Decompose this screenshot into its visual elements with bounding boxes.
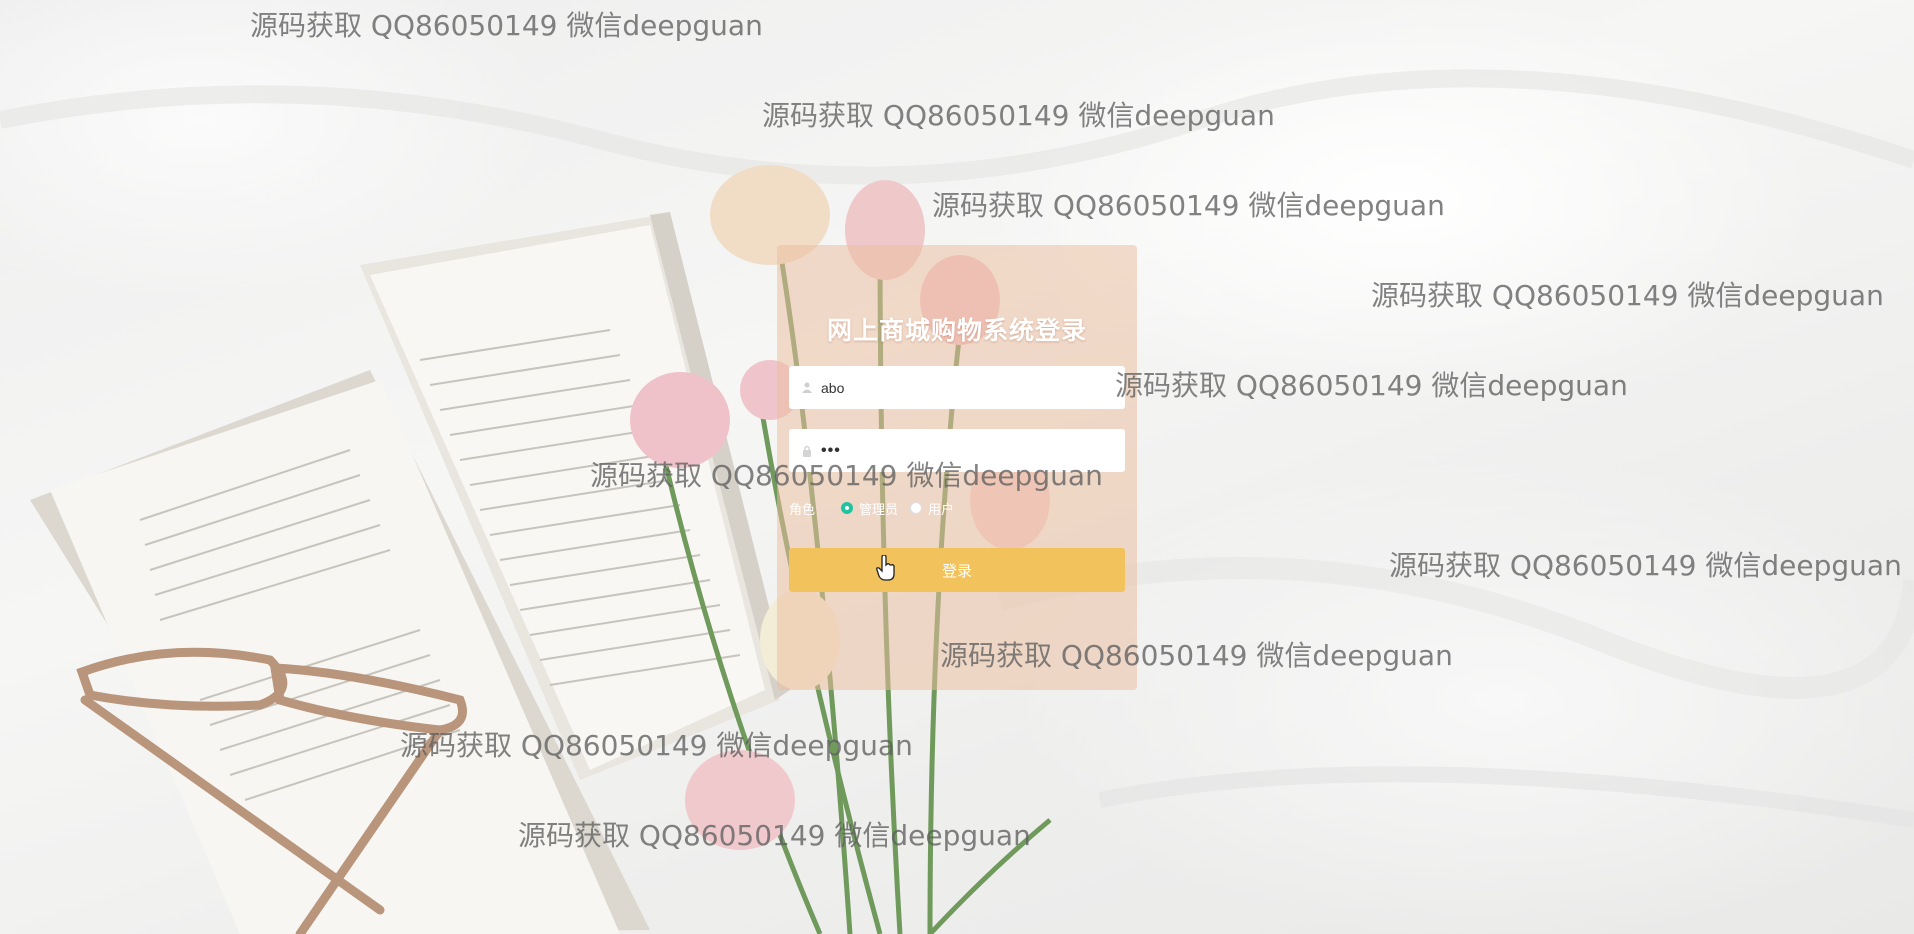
radio-unchecked-icon bbox=[910, 502, 923, 514]
role-option-label: 用户 bbox=[928, 501, 955, 517]
radio-checked-icon bbox=[841, 502, 854, 514]
login-panel: 网上商城购物系统登录 abo ••• 角色 管理员 用户 登录 bbox=[777, 245, 1137, 690]
lock-icon bbox=[799, 443, 815, 459]
book-illustration bbox=[30, 212, 790, 934]
password-field[interactable]: ••• bbox=[789, 429, 1125, 472]
role-selector: 角色 管理员 用户 bbox=[789, 498, 966, 518]
login-button[interactable]: 登录 bbox=[789, 548, 1125, 592]
role-radio-admin[interactable]: 管理员 bbox=[841, 499, 898, 518]
password-value: ••• bbox=[821, 441, 841, 459]
hand-pointer-icon bbox=[876, 554, 896, 586]
username-field[interactable]: abo bbox=[789, 366, 1125, 409]
login-title: 网上商城购物系统登录 bbox=[826, 316, 1087, 345]
user-icon bbox=[799, 380, 815, 396]
role-radio-user[interactable]: 用户 bbox=[910, 499, 954, 518]
role-option-label: 管理员 bbox=[859, 501, 899, 517]
role-label: 角色 bbox=[789, 501, 816, 517]
username-value: abo bbox=[821, 379, 845, 396]
